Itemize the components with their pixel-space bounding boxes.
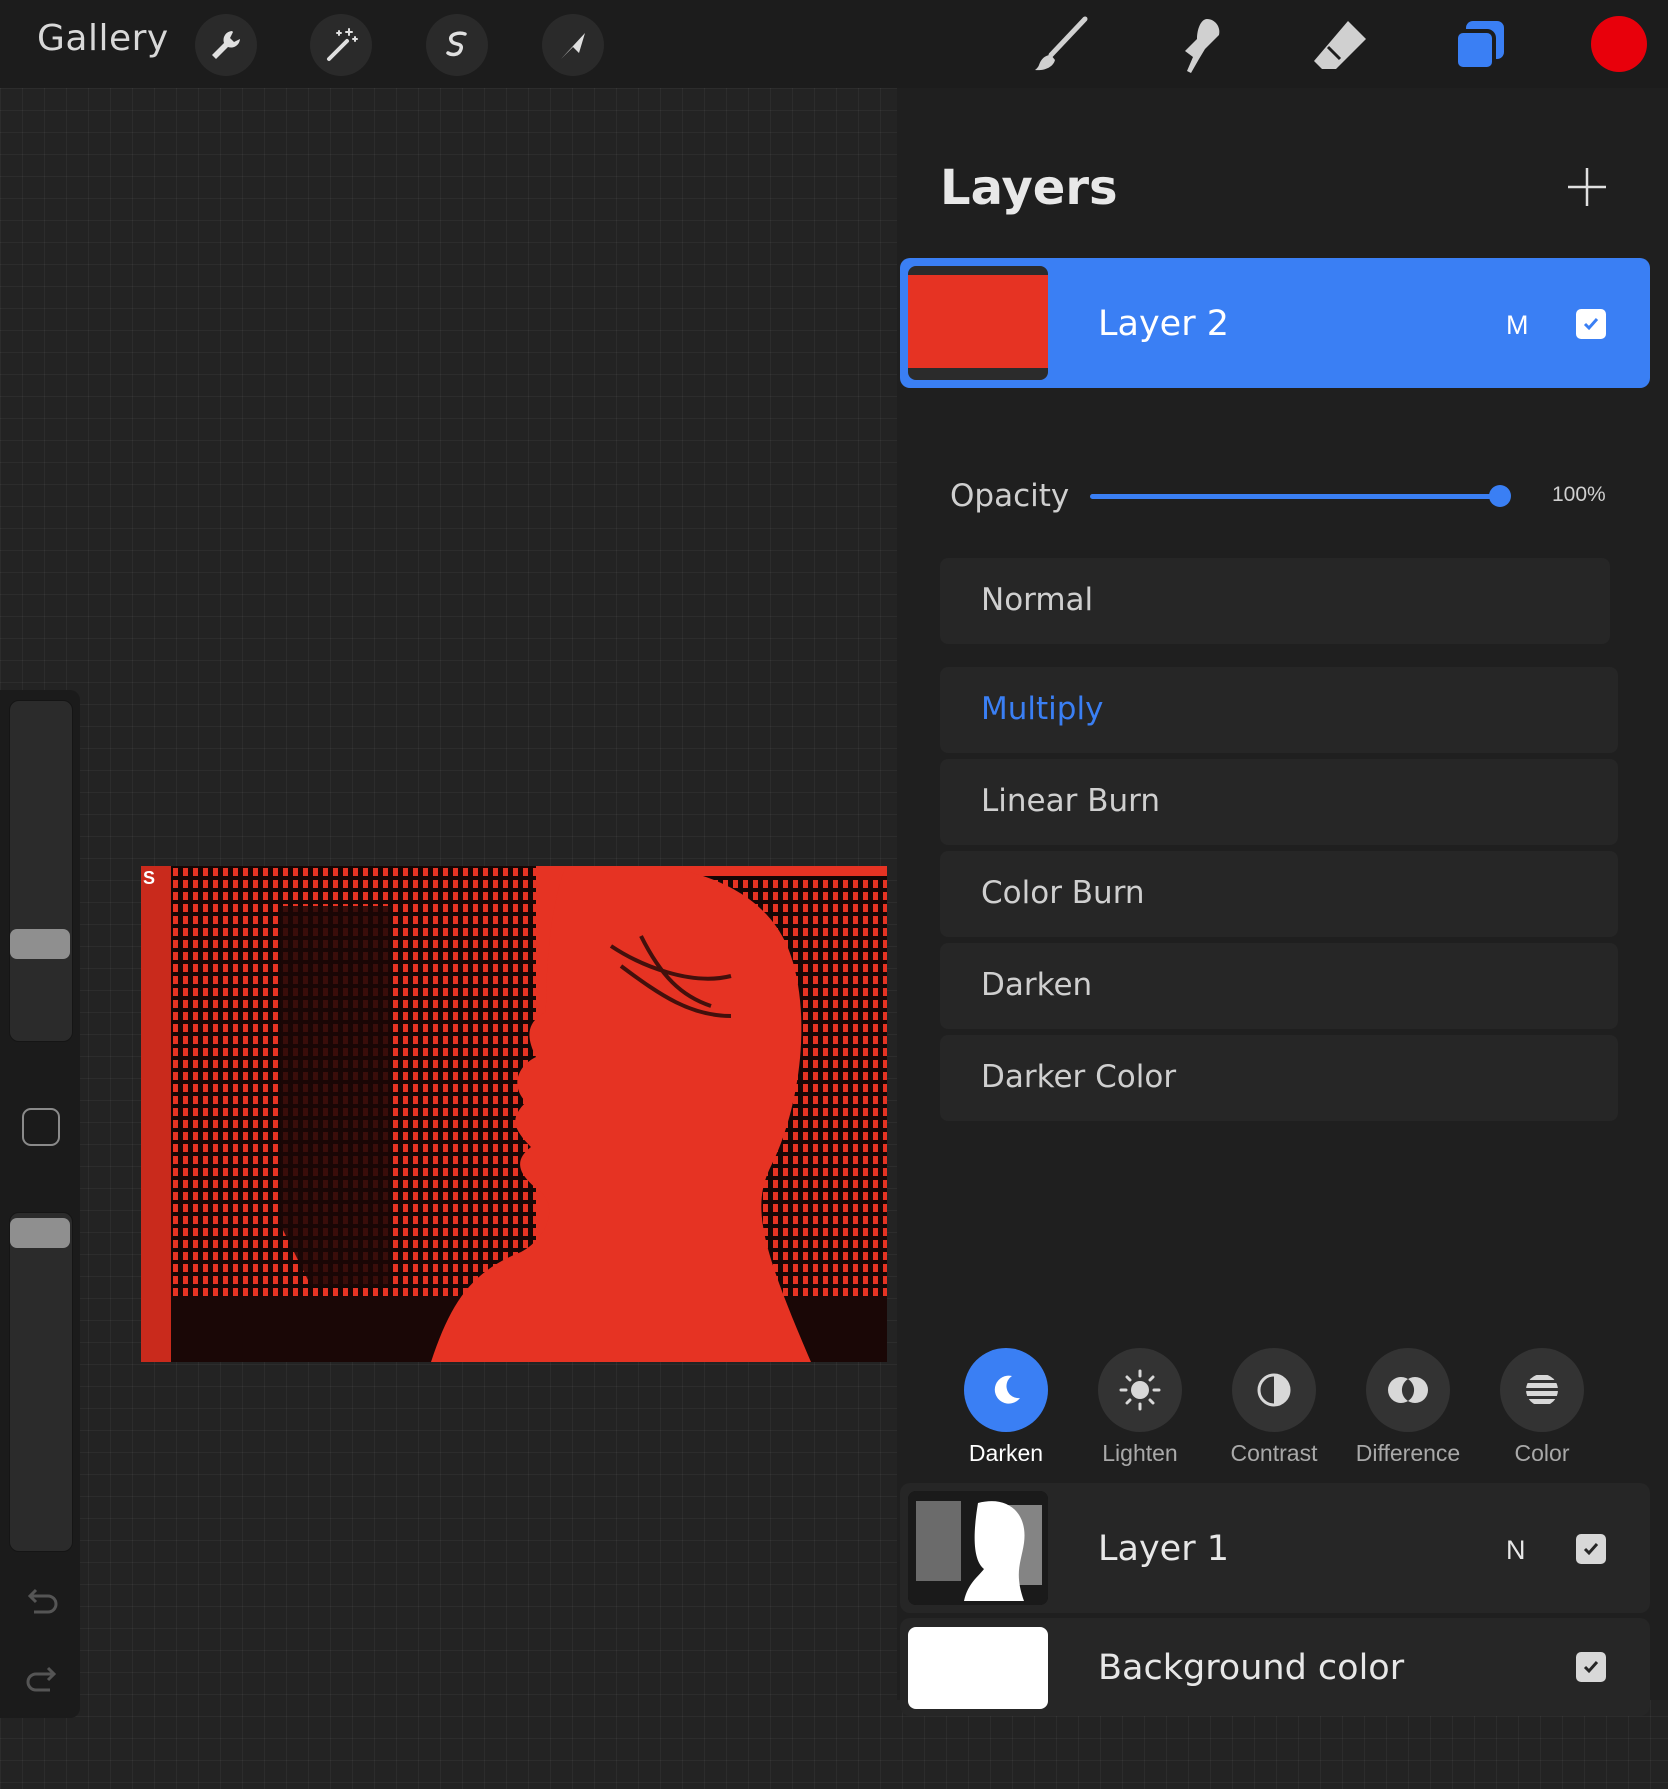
wrench-icon[interactable] (195, 14, 257, 76)
brush-icon[interactable] (1026, 12, 1096, 78)
undo-icon[interactable] (22, 1582, 62, 1622)
category-darken-button[interactable] (964, 1348, 1048, 1432)
layer-name: Layer 1 (1098, 1529, 1229, 1569)
blend-mode-color-burn[interactable]: Color Burn (940, 851, 1618, 937)
category-label: Darken (968, 1440, 1044, 1466)
current-color-swatch[interactable] (1591, 16, 1647, 72)
blend-mode-linear-burn[interactable]: Linear Burn (940, 759, 1618, 845)
plus-icon[interactable] (1564, 164, 1610, 210)
background-color-row[interactable]: Background color (900, 1618, 1650, 1716)
background-visibility-checkbox[interactable] (1576, 1652, 1606, 1682)
opacity-value: 100% (1552, 483, 1606, 506)
category-difference-button[interactable] (1366, 1348, 1450, 1432)
redo-icon[interactable] (22, 1660, 62, 1700)
gallery-button[interactable]: Gallery (37, 18, 169, 59)
checkmark-icon (1583, 1543, 1599, 1556)
layer-visibility-checkbox[interactable] (1576, 309, 1606, 339)
background-swatch (908, 1627, 1048, 1709)
layer-visibility-checkbox[interactable] (1576, 1534, 1606, 1564)
category-label: Difference (1355, 1440, 1461, 1466)
selection-icon[interactable] (426, 14, 488, 76)
transform-arrow-icon[interactable] (542, 14, 604, 76)
brush-opacity-thumb[interactable] (10, 1218, 70, 1249)
brush-size-slider[interactable] (9, 700, 73, 1042)
blend-mode-darker-color[interactable]: Darker Color (940, 1035, 1618, 1121)
opacity-label: Opacity (950, 478, 1070, 514)
category-label: Lighten (1102, 1440, 1178, 1466)
layer-name: Layer 2 (1098, 304, 1229, 344)
layer-name: Background color (1098, 1648, 1405, 1688)
category-color-button[interactable] (1500, 1348, 1584, 1432)
category-lighten-button[interactable] (1098, 1348, 1182, 1432)
brush-opacity-slider[interactable] (9, 1212, 73, 1552)
blend-mode-label: Darken (981, 967, 1093, 1003)
layers-icon[interactable] (1445, 12, 1515, 78)
blend-mode-multiply[interactable]: Multiply (940, 667, 1618, 753)
difference-icon (1388, 1377, 1428, 1403)
category-contrast-button[interactable] (1232, 1348, 1316, 1432)
color-stripes-icon (1526, 1375, 1558, 1404)
blend-mode-label: Darker Color (981, 1059, 1177, 1095)
category-label: Contrast (1230, 1440, 1318, 1466)
layer-blend-mode-button[interactable]: N (1506, 1535, 1526, 1566)
blend-mode-label: Multiply (981, 691, 1104, 727)
blend-mode-normal[interactable]: Normal (940, 558, 1610, 644)
top-toolbar: Gallery (0, 0, 1668, 88)
layer-row[interactable]: Layer 1 N (900, 1483, 1650, 1613)
blend-mode-label: Normal (981, 582, 1094, 618)
eraser-icon[interactable] (1305, 12, 1375, 78)
layer-row-active[interactable]: Layer 2 M (900, 258, 1650, 388)
canvas-artwork[interactable]: S (141, 866, 887, 1362)
magic-wand-icon[interactable] (310, 14, 372, 76)
opacity-slider-track[interactable] (1090, 494, 1500, 499)
layer-blend-mode-button[interactable]: M (1506, 310, 1529, 341)
checkmark-icon (1583, 318, 1599, 331)
sun-icon (1119, 1369, 1161, 1411)
opacity-slider-knob[interactable] (1489, 485, 1511, 507)
category-label: Color (1514, 1440, 1570, 1466)
blend-mode-label: Linear Burn (981, 783, 1160, 819)
blend-mode-label: Color Burn (981, 875, 1145, 911)
layer-thumbnail (908, 1491, 1048, 1605)
blend-mode-darken[interactable]: Darken (940, 943, 1618, 1029)
checkmark-icon (1583, 1661, 1599, 1674)
smudge-icon[interactable] (1166, 12, 1236, 78)
modify-button[interactable] (22, 1108, 60, 1146)
layer-thumbnail (908, 266, 1048, 380)
contrast-icon (1257, 1373, 1291, 1407)
svg-text:S: S (143, 868, 155, 888)
panel-title: Layers (940, 160, 1118, 216)
moon-icon (994, 1375, 1020, 1404)
brush-size-thumb[interactable] (10, 929, 70, 960)
